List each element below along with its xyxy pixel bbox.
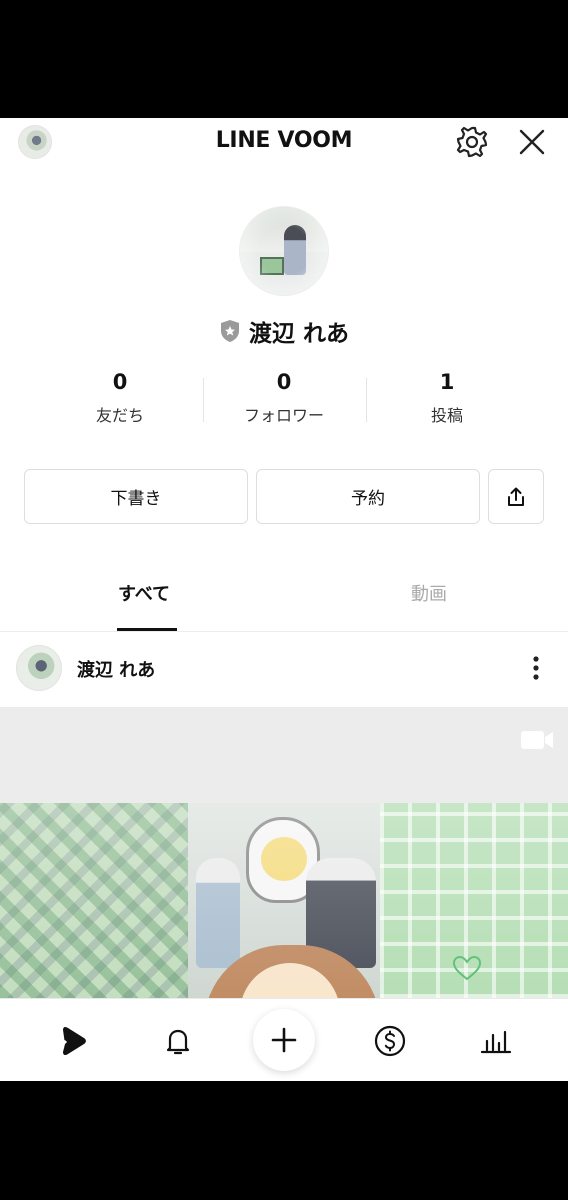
nav-notifications[interactable]: [158, 1021, 198, 1061]
share-icon: [508, 487, 524, 506]
header: LINE VOOM: [0, 118, 568, 168]
stat-friends-count: 0: [112, 370, 128, 394]
post-author-avatar[interactable]: [16, 645, 62, 691]
post-media-image[interactable]: [0, 803, 568, 998]
stat-followers[interactable]: 0 フォロワー: [204, 370, 364, 426]
gear-icon[interactable]: [454, 124, 490, 160]
bottom-nav: [0, 998, 568, 1081]
dollar-coin-icon: [374, 1025, 406, 1057]
shield-star-icon: [220, 320, 239, 342]
bell-icon: [166, 1029, 190, 1055]
tab-all[interactable]: すべて: [118, 580, 170, 606]
profile-name: 渡辺 れあ: [248, 321, 349, 347]
stat-followers-count: 0: [276, 370, 292, 394]
video-camera-icon: [521, 731, 553, 749]
bar-chart-icon: [480, 1030, 512, 1054]
post-author-name[interactable]: 渡辺 れあ: [77, 656, 155, 682]
profile-stats: 0 友だち 0 フォロワー 1 投稿: [0, 370, 568, 430]
divider: [0, 631, 568, 632]
post-media-header: [0, 707, 568, 803]
nav-earnings[interactable]: [370, 1021, 410, 1061]
screen: LINE VOOM 渡辺 れあ 0 友だち 0 フォロワー 1 投稿 下書き 予…: [0, 118, 568, 1081]
stat-friends-label: 友だち: [95, 406, 144, 425]
create-post-button[interactable]: [253, 1009, 315, 1071]
kebab-icon[interactable]: [524, 653, 548, 683]
draft-button[interactable]: 下書き: [24, 469, 248, 524]
share-button[interactable]: [488, 469, 544, 524]
stat-friends[interactable]: 0 友だち: [40, 370, 200, 426]
schedule-button[interactable]: 予約: [256, 469, 480, 524]
stat-posts[interactable]: 1 投稿: [367, 370, 527, 426]
tab-videos[interactable]: 動画: [411, 580, 447, 606]
voom-play-icon: [56, 1026, 86, 1056]
plus-icon: [271, 1027, 297, 1053]
nav-voom[interactable]: [52, 1021, 92, 1061]
profile-avatar[interactable]: [239, 206, 329, 296]
profile-name-row: 渡辺 れあ: [0, 314, 568, 348]
stat-followers-label: フォロワー: [243, 406, 324, 425]
nav-insights[interactable]: [476, 1021, 516, 1061]
close-icon[interactable]: [514, 124, 550, 160]
stat-posts-count: 1: [439, 370, 455, 394]
stat-posts-label: 投稿: [430, 406, 463, 425]
